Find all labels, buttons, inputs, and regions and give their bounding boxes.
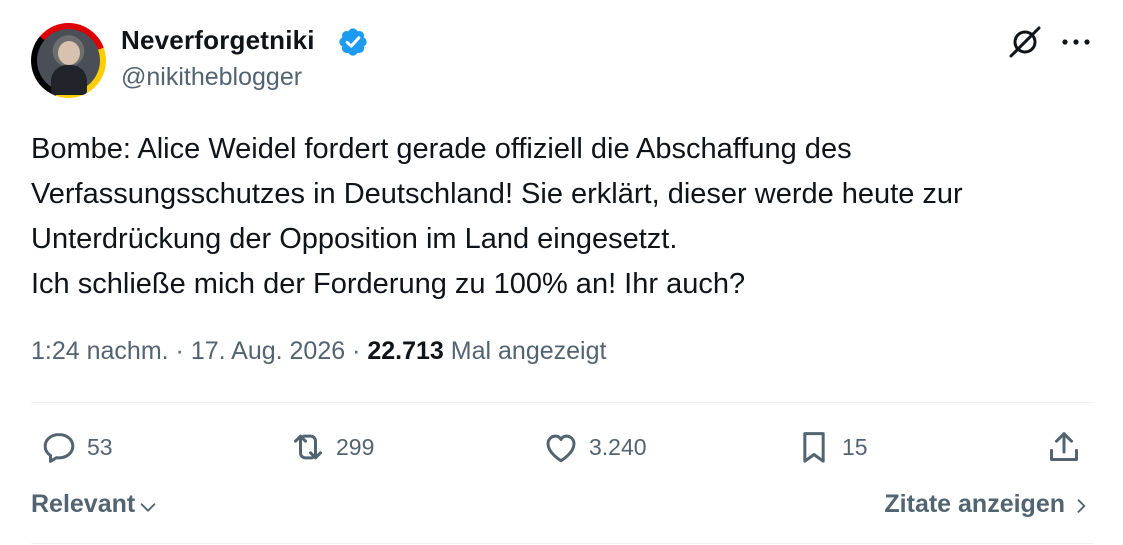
author-avatar[interactable] [31, 23, 106, 98]
bookmark-button[interactable]: 15 [794, 425, 868, 469]
bookmark-icon [803, 432, 825, 463]
avatar-body [51, 65, 87, 95]
avatar-photo [37, 29, 100, 95]
author-handle[interactable]: @nikitheblogger [121, 63, 302, 92]
chevron-right-icon [1077, 498, 1086, 513]
bookmark-count: 15 [842, 433, 868, 460]
grok-icon[interactable] [1007, 26, 1043, 58]
reply-button[interactable]: 53 [39, 425, 113, 469]
views-label: Mal angezeigt [450, 337, 607, 365]
divider-bottom [31, 543, 1093, 544]
meta-separator: · [175, 337, 184, 365]
tweet-date[interactable]: 17. Aug. 2026 [191, 337, 345, 365]
quotes-label: Zitate anzeigen [884, 490, 1065, 518]
verified-badge-icon [339, 28, 367, 56]
tweet-text: Bombe: Alice Weidel fordert gerade offiz… [31, 133, 963, 300]
view-quotes-link[interactable]: Zitate anzeigen [884, 490, 1091, 519]
meta-separator: · [352, 337, 361, 365]
avatar-head [58, 41, 80, 65]
sort-replies-dropdown[interactable]: Relevant [31, 490, 159, 519]
divider-top [31, 402, 1093, 403]
repost-count: 299 [336, 433, 375, 460]
reply-count: 53 [87, 433, 113, 460]
author-display-name[interactable]: Neverforgetniki [121, 25, 315, 56]
like-button[interactable]: 3.240 [541, 425, 647, 469]
repost-icon [294, 434, 322, 460]
more-icon[interactable] [1059, 32, 1093, 52]
share-button[interactable] [1044, 425, 1084, 469]
like-count: 3.240 [589, 433, 647, 460]
chevron-down-icon [140, 502, 156, 512]
views-count: 22.713 [367, 337, 444, 365]
share-icon [1050, 432, 1078, 461]
sort-label: Relevant [31, 490, 136, 518]
reply-icon [43, 433, 75, 463]
tweet-time[interactable]: 1:24 nachm. [31, 337, 169, 365]
repost-button[interactable]: 299 [288, 425, 374, 469]
like-icon [546, 434, 576, 463]
tweet-meta: 1:24 nachm. · 17. Aug. 2026 · 22.713 Mal… [31, 337, 606, 366]
